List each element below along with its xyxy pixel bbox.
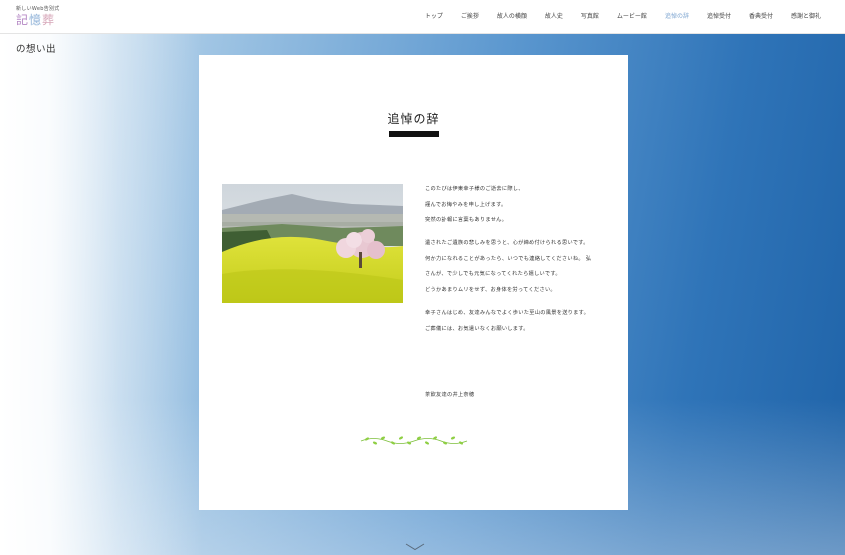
nav-top[interactable]: トップ <box>425 13 443 21</box>
condolence-card: 追悼の辞 このたびは伊東幸子様のご逝去に際し、 謹んでお悔やみを申し上げます。 … <box>199 55 628 510</box>
heading-underline <box>389 131 439 137</box>
card-heading: 追悼の辞 <box>387 112 440 126</box>
site-logo[interactable]: 新しいWeb告別式 記憶葬 <box>16 6 60 27</box>
letter-line: ご葬儀には、お気遣いなくお願いします。 <box>425 325 529 332</box>
site-header: 新しいWeb告別式 記憶葬 トップ ご挨拶 故人の横顔 故人史 写真館 ムービー… <box>0 0 845 34</box>
nav-profile[interactable]: 故人の横顔 <box>497 13 527 21</box>
nav-greeting[interactable]: ご挨拶 <box>461 13 479 21</box>
nav-history[interactable]: 故人史 <box>545 13 563 21</box>
letter-line: 遺されたご遺族の悲しみを思うと、心が締め付けられる思いです。 <box>425 240 589 247</box>
nav-photos[interactable]: 写真館 <box>581 13 599 21</box>
letter-line: このたびは伊東幸子様のご逝去に際し、 <box>425 186 524 192</box>
letter-line: 突然の訃報に言葉もありません。 <box>425 217 508 224</box>
logo-subtitle: 新しいWeb告別式 <box>16 6 60 12</box>
letter-line: 何か力になれることがあったら、いつでも連絡してくださいね。 弘 <box>425 255 592 262</box>
letter-line: どうかあまりムリをせず、お身体を労ってください。 <box>425 286 556 293</box>
landscape-photo <box>222 184 403 303</box>
chevron-down-icon[interactable] <box>405 543 425 551</box>
page-title: の想い出 <box>16 44 57 55</box>
vine-ornament-icon <box>360 436 468 445</box>
letter-line: 謹んでお悔やみを申し上げます。 <box>425 201 507 208</box>
letter-line: 幸子さんはじめ、友達みんなでよく歩いた至山の風景を送ります。 <box>425 309 590 316</box>
nav-movies[interactable]: ムービー館 <box>617 13 647 21</box>
condolence-letter: このたびは伊東幸子様のご逝去に際し、 謹んでお悔やみを申し上げます。 突然の訃報… <box>425 185 625 340</box>
logo-char-3: 葬 <box>42 13 56 27</box>
main-nav: トップ ご挨拶 故人の横顔 故人史 写真館 ムービー館 追悼の辞 追悼受付 香典… <box>407 13 821 21</box>
signature: 茶飲友達の井上奈穂 <box>425 392 475 398</box>
letter-line: さんが、で少しでも元気になってくれたら嬉しいです。 <box>425 271 561 278</box>
nav-condolence[interactable]: 追悼の辞 <box>665 13 689 21</box>
logo-char-2: 憶 <box>29 13 43 27</box>
logo-wordmark: 記憶葬 <box>16 13 60 27</box>
nav-thanks[interactable]: 感謝と御礼 <box>791 13 821 21</box>
nav-condolence-form[interactable]: 追悼受付 <box>707 13 731 21</box>
nav-koden-form[interactable]: 香典受付 <box>749 13 773 21</box>
logo-char-1: 記 <box>16 13 30 27</box>
